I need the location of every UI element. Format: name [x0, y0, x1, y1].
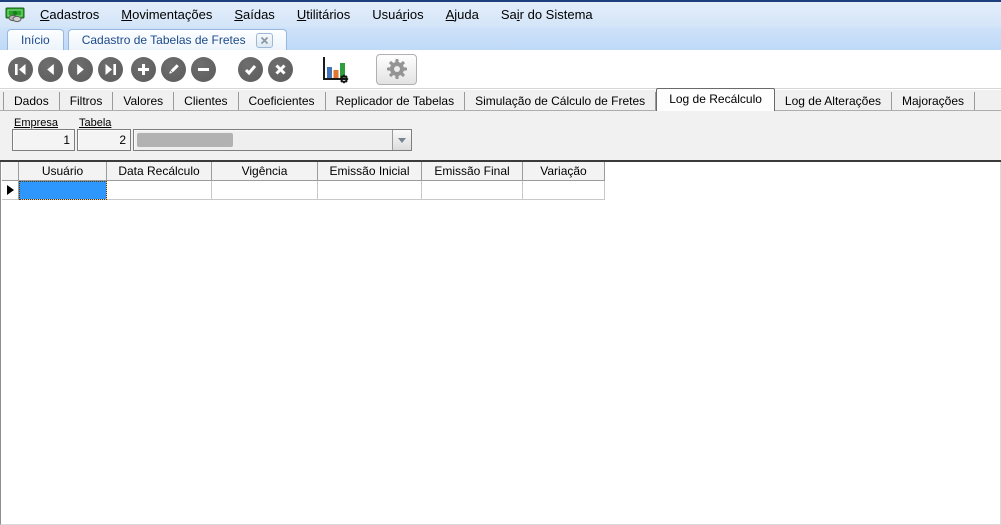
next-record-icon	[77, 63, 84, 75]
menu-bar: Cadastros Movimentações Saídas Utilitári…	[0, 0, 1001, 27]
chevron-down-icon	[398, 137, 406, 143]
edit-record-button[interactable]	[161, 56, 186, 82]
current-row-arrow-icon	[6, 185, 14, 195]
tab-coeficientes[interactable]: Coeficientes	[239, 92, 326, 110]
tab-replicador-de-tabelas[interactable]: Replicador de Tabelas	[326, 92, 466, 110]
cancel-icon	[275, 63, 286, 75]
confirm-icon	[244, 64, 257, 75]
confirm-button[interactable]	[238, 56, 263, 82]
menu-utilitarios[interactable]: Utilitários	[286, 2, 361, 27]
tab-filtros[interactable]: Filtros	[60, 92, 114, 110]
next-record-button[interactable]	[68, 56, 93, 82]
col-header-emissao-final: Emissão Final	[422, 162, 523, 181]
last-record-button[interactable]	[98, 56, 123, 82]
tab-dados[interactable]: Dados	[3, 92, 60, 110]
menu-sair-do-sistema[interactable]: Sa i r do Sistema	[490, 2, 604, 27]
first-record-button[interactable]	[8, 56, 33, 82]
col-header-emissao-inicial: Emissão Inicial	[318, 162, 422, 181]
grid-indicator-header	[2, 162, 19, 181]
filter-panel: Empresa Tabela 1 2	[0, 111, 1001, 160]
prior-record-icon	[47, 63, 54, 75]
grid-header-row: Usuário Data Recálculo Vigência Emissão …	[2, 162, 605, 181]
col-header-vigencia: Vigência	[212, 162, 318, 181]
current-row-indicator	[2, 181, 19, 200]
menu-ajuda[interactable]: Ajuda	[435, 2, 490, 27]
tabela-field[interactable]: 2	[77, 129, 131, 151]
cell-emissao-final[interactable]	[422, 181, 523, 200]
doc-tab-cadastro-tabelas-fretes[interactable]: Cadastro de Tabelas de Fretes	[67, 29, 287, 50]
prior-record-button[interactable]	[38, 56, 63, 82]
app-icon	[5, 7, 25, 23]
first-record-icon	[15, 63, 26, 75]
tab-log-de-alteracoes[interactable]: Log de Alterações	[775, 92, 892, 110]
cell-usuario-selected[interactable]	[19, 181, 107, 200]
tab-majoracoes[interactable]: Majorações	[892, 92, 976, 110]
tabela-combobox[interactable]	[133, 129, 412, 151]
grid-table: Usuário Data Recálculo Vigência Emissão …	[2, 162, 605, 200]
menu-saidas[interactable]: Saídas	[223, 2, 285, 27]
redacted-combo-value	[137, 133, 233, 147]
recalc-log-grid[interactable]: Usuário Data Recálculo Vigência Emissão …	[0, 162, 1001, 525]
cell-emissao-inicial[interactable]	[318, 181, 422, 200]
page-tab-strip: Dados Filtros Valores Clientes Coeficien…	[0, 88, 1001, 111]
empresa-label: Empresa	[14, 117, 59, 129]
cell-variacao[interactable]	[523, 181, 605, 200]
cancel-button[interactable]	[268, 56, 293, 82]
close-x-glyph	[260, 36, 268, 44]
col-header-data-recalculo: Data Recálculo	[107, 162, 212, 181]
document-tab-strip: Início Cadastro de Tabelas de Fretes	[0, 27, 1001, 50]
chart-button[interactable]	[318, 53, 350, 85]
cell-vigencia[interactable]	[212, 181, 318, 200]
menu-movimentacoes[interactable]: Movimentações	[110, 2, 223, 27]
tab-log-de-recalculo[interactable]: Log de Recálculo	[656, 88, 775, 111]
insert-record-button[interactable]	[131, 56, 156, 82]
insert-record-icon	[138, 63, 149, 75]
cell-data-recalculo[interactable]	[107, 181, 212, 200]
menu-usuarios[interactable]: Usuá r ios	[361, 2, 434, 27]
delete-record-icon	[198, 67, 209, 71]
toolbar	[0, 50, 1001, 89]
last-record-icon	[105, 63, 116, 75]
tab-simulacao-de-calculo-de-fretes[interactable]: Simulação de Cálculo de Fretes	[465, 92, 657, 110]
col-header-variacao: Variação	[523, 162, 605, 181]
settings-button[interactable]	[376, 53, 417, 85]
edit-record-icon	[169, 63, 179, 74]
table-row	[2, 181, 605, 200]
close-tab-icon[interactable]	[255, 32, 273, 48]
combo-dropdown-button[interactable]	[392, 130, 411, 150]
empresa-field[interactable]: 1	[12, 129, 75, 151]
menu-cadastros[interactable]: Cadastros	[29, 2, 110, 27]
doc-tab-label: Cadastro de Tabelas de Fretes	[81, 33, 246, 47]
doc-tab-inicio[interactable]: Início	[7, 29, 64, 50]
settings-gear-icon	[386, 59, 407, 79]
doc-tab-label: Início	[21, 33, 50, 47]
tabela-label: Tabela	[79, 117, 112, 129]
tab-clientes[interactable]: Clientes	[174, 92, 239, 110]
delete-record-button[interactable]	[191, 56, 216, 82]
tab-valores[interactable]: Valores	[113, 92, 175, 110]
chart-icon	[323, 57, 349, 84]
col-header-usuario: Usuário	[19, 162, 107, 181]
